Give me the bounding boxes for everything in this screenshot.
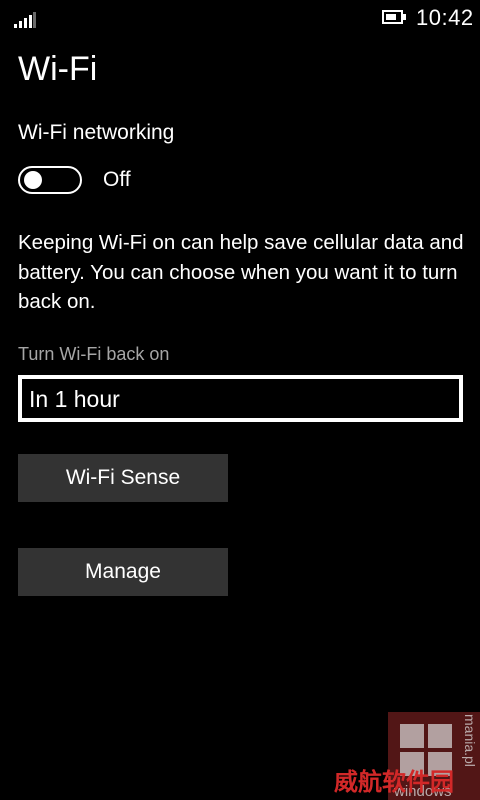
page-title: Wi-Fi: [18, 50, 98, 88]
signal-bars-icon: [14, 12, 36, 28]
wifi-networking-label: Wi-Fi networking: [18, 121, 175, 144]
status-bar: 10:42: [0, 0, 480, 36]
manage-button[interactable]: Manage: [18, 548, 228, 596]
watermark-side-text: mania.pl: [462, 714, 478, 767]
turn-back-on-label: Turn Wi-Fi back on: [18, 344, 170, 364]
wifi-toggle-state: Off: [103, 168, 131, 191]
battery-icon: [382, 10, 406, 24]
status-clock: 10:42: [416, 5, 474, 30]
toggle-knob: [24, 171, 42, 189]
watermark-site-text: 威航软件园: [334, 767, 454, 796]
wifi-sense-button[interactable]: Wi-Fi Sense: [18, 454, 228, 502]
turn-back-on-select[interactable]: In 1 hour: [18, 375, 463, 422]
wifi-description-text: Keeping Wi-Fi on can help save cellular …: [18, 231, 464, 313]
turn-back-on-selected-value: In 1 hour: [29, 386, 120, 412]
wifi-toggle-switch[interactable]: [18, 166, 82, 194]
